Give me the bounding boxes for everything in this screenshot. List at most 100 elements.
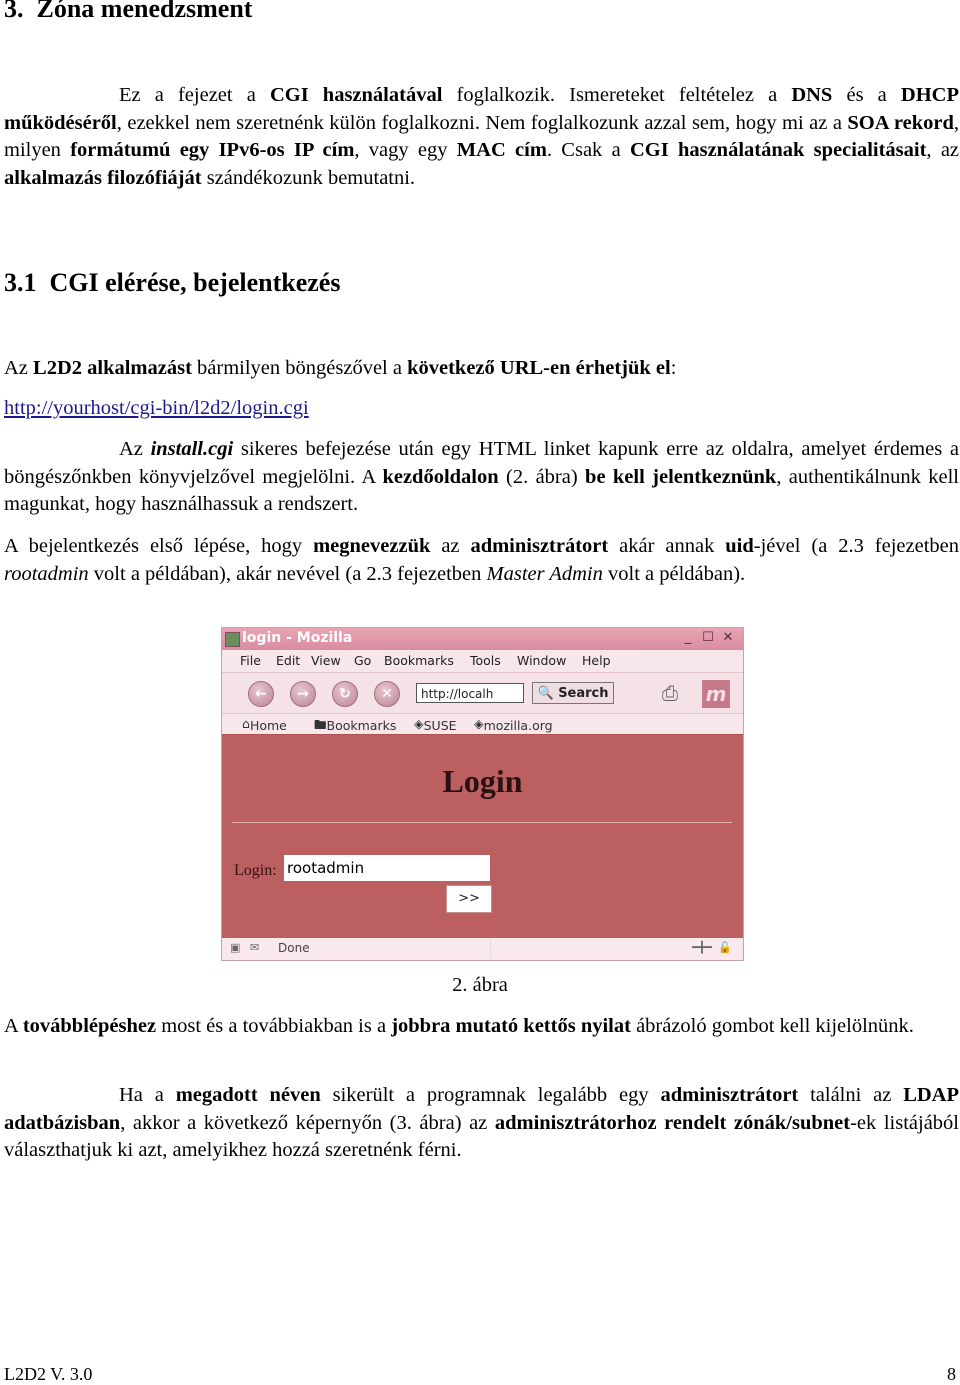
close-button[interactable]: ✕ [720, 630, 736, 646]
bookmark-mozilla-label: mozilla.org [483, 718, 553, 733]
text-run: , ezekkel nem szeretnénk külön foglalkoz… [116, 111, 848, 134]
search-button[interactable]: 🔍 Search [532, 682, 614, 704]
section-number: 3.1 [4, 268, 37, 297]
text-run: , az [926, 139, 960, 161]
bookmark-suse-label: SUSE [423, 718, 457, 733]
bold-term: következő URL-en érhetjük el [407, 357, 671, 379]
menu-edit[interactable]: Edit [276, 653, 300, 668]
install-paragraph: Az install.cgi sikeres befejezése után e… [4, 436, 959, 519]
text-run: . Csak a [546, 139, 630, 161]
bold-term: uid [725, 535, 754, 557]
bold-term: adminisztrátort [660, 1084, 799, 1106]
bold-term: MAC cím [456, 139, 547, 161]
menu-view[interactable]: View [311, 653, 341, 668]
bold-term: adminisztrátort [470, 535, 609, 557]
menu-bookmarks[interactable]: Bookmarks [384, 653, 454, 668]
text-run: Az [119, 438, 151, 460]
text-run: volt a példában). [602, 562, 746, 585]
text-run: találni az [798, 1084, 904, 1106]
bookmark-bookmarks-label: Bookmarks [326, 718, 397, 733]
text-run: akár annak [608, 535, 726, 557]
forward-icon[interactable]: → [290, 681, 316, 707]
menu-help[interactable]: Help [582, 653, 611, 668]
menu-go[interactable]: Go [354, 653, 371, 668]
bold-term: DNS [791, 84, 833, 106]
navigator-icon[interactable]: ▣ [230, 941, 240, 954]
window-titlebar: login - Mozilla _ ☐ ✕ [222, 628, 743, 650]
access-paragraph: Az L2D2 alkalmazást bármilyen böngészőve… [4, 355, 959, 383]
lock-icon: 🔓 [718, 941, 732, 954]
submit-button[interactable]: >> [446, 885, 492, 913]
text-run: , vagy egy [354, 139, 457, 161]
next-step-paragraph: A továbblépéshez most és a továbbiakban … [4, 1013, 959, 1041]
bold-term: CGI használatának specialitásait [629, 139, 927, 161]
app-icon [225, 632, 240, 647]
login-label: Login: [234, 862, 277, 879]
bookmarks-toolbar: ⌂ Home 🖿 Bookmarks ◈ SUSE ◈ mozilla.org [222, 714, 743, 735]
chapter-title: Zóna menedzsment [36, 0, 253, 23]
figure-caption: 2. ábra [452, 974, 508, 996]
login-input[interactable] [284, 855, 490, 881]
text-run: foglalkozik. Ismereteket feltételez a [442, 84, 792, 106]
status-bar: ▣ ✉ Done ━╋━ 🔓 [222, 938, 743, 960]
bookmark-home-label: Home [249, 718, 287, 733]
text-run: A bejelentkezés első lépése, hogy [4, 535, 314, 557]
text-run: (2. ábra) [498, 465, 586, 488]
menu-tools[interactable]: Tools [470, 653, 501, 668]
text-run: bármilyen böngészővel a [191, 357, 408, 379]
bold-term: L2D2 alkalmazást [33, 357, 192, 379]
bookmark-mozilla[interactable]: ◈ mozilla.org [474, 716, 553, 733]
footer-version: L2D2 V. 3.0 [4, 1364, 93, 1384]
text-run: sikerült a programnak legalább egy [320, 1084, 661, 1106]
bold-italic-term: install.cgi [150, 438, 234, 460]
bold-term: megadott néven [175, 1084, 321, 1106]
back-icon[interactable]: ← [248, 681, 274, 707]
bold-term: kezdőoldalon [382, 465, 499, 488]
maximize-button[interactable]: ☐ [700, 630, 716, 646]
bold-term: SOA rekord [847, 111, 954, 134]
browser-screenshot: login - Mozilla _ ☐ ✕ File Edit View Go … [221, 627, 744, 961]
italic-term: rootadmin [4, 562, 89, 585]
bookmark-suse[interactable]: ◈ SUSE [414, 716, 457, 733]
text-run: szándékozunk bemutatni. [201, 166, 416, 189]
bold-term: továbblépéshez [22, 1015, 157, 1037]
reload-icon[interactable]: ↻ [332, 681, 358, 707]
chapter-number: 3. [4, 0, 24, 23]
bold-term: alkalmazás filozófiáját [4, 166, 202, 189]
chapter-heading: 3. Zóna menedzsment [4, 0, 252, 24]
login-step-paragraph: A bejelentkezés első lépése, hogy megnev… [4, 533, 959, 588]
print-icon[interactable]: ⎙ [662, 681, 678, 705]
status-divider [490, 940, 491, 958]
login-url-link[interactable]: http://yourhost/cgi-bin/l2d2/login.cgi [4, 397, 309, 420]
bold-term: megnevezzük [313, 535, 431, 557]
text-run: A [4, 1015, 23, 1037]
bold-term: formátumú egy IPv6-os IP cím [70, 139, 355, 161]
minimize-button[interactable]: _ [680, 630, 696, 646]
bold-term: adminisztrátorhoz rendelt zónák/subnet [494, 1111, 851, 1134]
mail-icon[interactable]: ✉ [250, 941, 259, 954]
italic-term: Master Admin [486, 562, 603, 585]
login-heading: Login [442, 763, 523, 799]
text-run: és a [832, 84, 901, 106]
search-label: Search [558, 686, 609, 701]
menu-file[interactable]: File [240, 653, 261, 668]
page-number: 8 [947, 1364, 956, 1384]
text-run: most és a továbbiakban is a [156, 1015, 392, 1037]
stop-icon[interactable]: ✕ [374, 681, 400, 707]
text-run: Ha a [119, 1084, 176, 1106]
navigation-toolbar: ← → ↻ ✕ http://localh 🔍 Search ⎙ m [222, 673, 743, 714]
menu-bar: File Edit View Go Bookmarks Tools Window… [222, 650, 743, 673]
mozilla-logo-icon: m [702, 680, 730, 708]
bookmark-home[interactable]: ⌂ Home [242, 716, 287, 733]
text-run: Ez a fejezet a [119, 84, 270, 106]
bookmark-bookmarks[interactable]: 🖿 Bookmarks [314, 716, 396, 737]
menu-window[interactable]: Window [517, 653, 566, 668]
bold-term: jobbra mutató kettős nyilat [391, 1015, 631, 1037]
intro-paragraph: Ez a fejezet a CGI használatával foglalk… [4, 82, 959, 192]
horizontal-rule [232, 822, 732, 823]
bold-term: CGI használatával [269, 84, 443, 106]
text-run: -jével (a 2.3 fejezetben [753, 535, 959, 557]
url-input[interactable]: http://localh [416, 683, 524, 703]
section-heading: 3.1 CGI elérése, bejelentkezés [4, 268, 340, 298]
text-run: , akkor a következő képernyőn (3. ábra) … [120, 1111, 495, 1134]
